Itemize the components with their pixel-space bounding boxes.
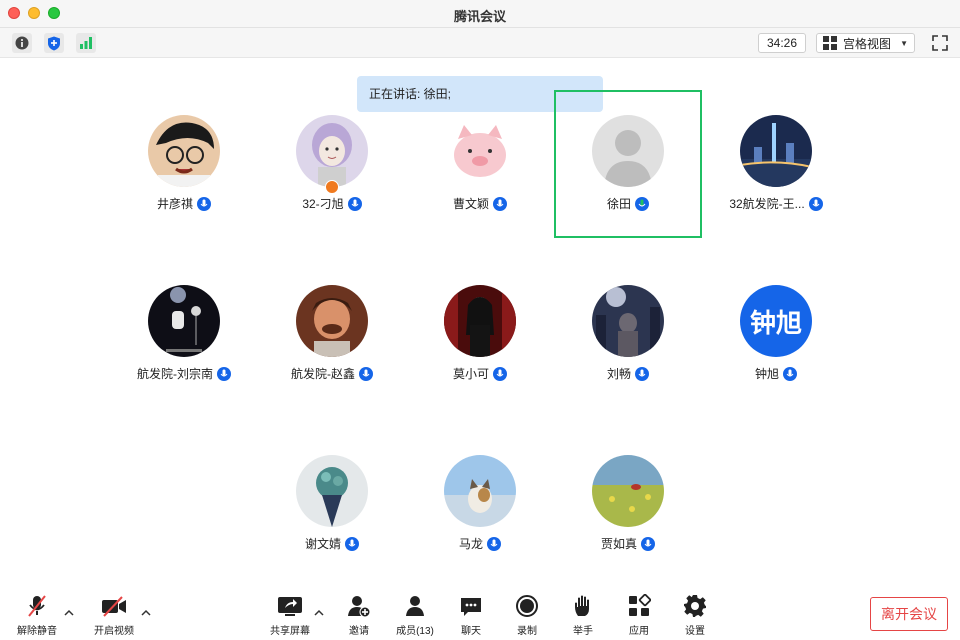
mic-speaking-icon [635,196,649,211]
mic-icon [197,196,211,211]
participant-name: 钟旭 [682,365,870,382]
text-avatar: 钟旭 [740,285,812,357]
mic-icon [217,366,231,381]
chat-button[interactable]: 聊天 [443,594,499,637]
security-shield-icon[interactable] [44,33,64,53]
mic-icon [493,366,507,381]
members-icon [406,596,424,616]
avatar [592,115,664,187]
avatar [444,285,516,357]
title-bar: 腾讯会议 [0,0,960,28]
participant-tile[interactable]: 32-刁旭 [258,115,406,225]
participant-tile-active[interactable]: 徐田 [554,115,702,225]
participant-tile[interactable]: 贾如真 [554,455,702,565]
participant-tile[interactable]: 刘畅 [554,285,702,395]
avatar [296,455,368,527]
record-icon [516,595,538,617]
meeting-info-bar: 34:26 宫格视图 ▼ [0,28,960,58]
gear-icon [684,595,706,617]
mic-muted-icon [28,595,46,617]
mic-icon [808,196,823,211]
mic-icon [783,366,797,381]
participant-name: 贾如真 [534,535,722,552]
mic-icon [635,366,649,381]
participant-tile[interactable]: 井彦祺 [110,115,258,225]
window-title: 腾讯会议 [453,9,506,24]
add-user-icon [348,596,371,618]
members-button[interactable]: 成员(13) [387,594,443,637]
participant-tile[interactable]: 马龙 [406,455,554,565]
avatar [740,115,812,187]
avatar [296,115,368,187]
avatar [148,285,220,357]
share-screen-button[interactable]: 共享屏幕 [262,594,318,637]
raise-hand-button[interactable]: 举手 [555,594,611,637]
host-icon [325,180,339,194]
chevron-down-icon: ▼ [900,38,908,48]
mic-icon [493,196,507,211]
avatar [444,115,516,187]
camera-off-icon [102,596,126,617]
network-signal-icon[interactable] [76,33,96,53]
record-button[interactable]: 录制 [499,594,555,637]
leave-meeting-button[interactable]: 离开会议 [870,597,948,631]
participant-tile[interactable]: 32航发院-王... [702,115,850,225]
view-mode-select[interactable]: 宫格视图 ▼ [816,33,915,53]
hand-icon [575,595,589,616]
mic-icon [347,196,362,211]
avatar [296,285,368,357]
bottom-toolbar: 解除静音 开启视频 共享屏幕 邀请 成员(13) 聊天 录制 举手 应用 设置 [0,588,960,640]
meeting-timer: 34:26 [758,33,806,53]
settings-button[interactable]: 设置 [667,594,723,637]
mic-icon [345,536,359,551]
unmute-button[interactable]: 解除静音 [9,594,65,637]
grid-view-icon [823,36,837,50]
chat-icon [461,598,481,616]
view-mode-label: 宫格视图 [843,36,892,51]
participant-tile[interactable]: 航发院-赵鑫 [258,285,406,395]
mic-icon [641,536,655,551]
participant-tile[interactable]: 谢文婧 [258,455,406,565]
fullscreen-icon[interactable] [930,33,950,53]
participant-tile[interactable]: 曹文颖 [406,115,554,225]
chevron-up-icon[interactable] [63,608,75,618]
participant-tile[interactable]: 莫小可 [406,285,554,395]
participant-name: 32航发院-王... [682,195,870,212]
participant-tile[interactable]: 航发院-刘宗南 [110,285,258,395]
avatar [444,455,516,527]
apps-button[interactable]: 应用 [611,594,667,637]
info-icon[interactable] [12,33,32,53]
mic-icon [487,536,501,551]
chevron-up-icon[interactable] [313,608,325,618]
avatar [148,115,220,187]
avatar [592,285,664,357]
share-screen-icon [278,597,302,616]
avatar [592,455,664,527]
participant-tile[interactable]: 钟旭 钟旭 [702,285,850,395]
apps-icon [629,594,651,616]
chevron-up-icon[interactable] [140,608,152,618]
start-video-button[interactable]: 开启视频 [86,594,142,637]
mic-icon [359,366,373,381]
invite-button[interactable]: 邀请 [331,594,387,637]
